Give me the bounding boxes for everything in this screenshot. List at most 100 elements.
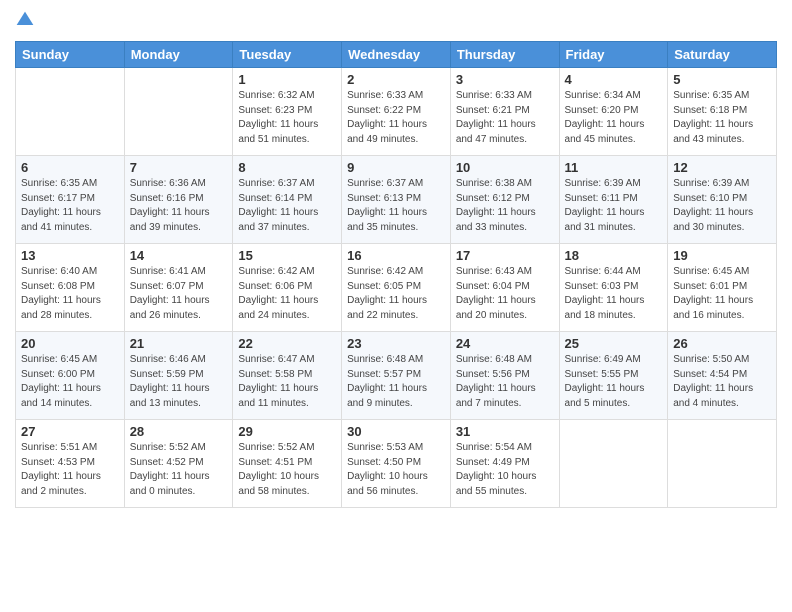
day-info: Sunrise: 5:52 AMSunset: 4:51 PMDaylight:… <box>238 441 336 499</box>
day-info: Sunrise: 6:42 AMSunset: 6:05 PMDaylight:… <box>347 265 445 323</box>
day-number: 5 <box>673 72 771 87</box>
calendar-cell: 24 Sunrise: 6:48 AMSunset: 5:56 PMDayligh… <box>450 332 559 420</box>
day-info: Sunrise: 6:37 AMSunset: 6:13 PMDaylight:… <box>347 177 445 235</box>
day-info: Sunrise: 6:42 AMSunset: 6:06 PMDaylight:… <box>238 265 336 323</box>
weekday-header-tuesday: Tuesday <box>233 42 342 68</box>
day-info: Sunrise: 6:49 AMSunset: 5:55 PMDaylight:… <box>565 353 663 411</box>
day-info: Sunrise: 5:53 AMSunset: 4:50 PMDaylight:… <box>347 441 445 499</box>
weekday-header-monday: Monday <box>124 42 233 68</box>
calendar-cell: 4Sunrise: 6:34 AMSunset: 6:20 PMDaylight… <box>559 68 668 156</box>
day-info: Sunrise: 5:52 AMSunset: 4:52 PMDaylight:… <box>130 441 228 499</box>
day-number: 3 <box>456 72 554 87</box>
calendar-cell: 19 Sunrise: 6:45 AMSunset: 6:01 PMDayligh… <box>668 244 777 332</box>
calendar-cell: 6 Sunrise: 6:35 AMSunset: 6:17 PMDaylight… <box>16 156 125 244</box>
calendar-cell: 8 Sunrise: 6:37 AMSunset: 6:14 PMDaylight… <box>233 156 342 244</box>
week-row-5: 27 Sunrise: 5:51 AMSunset: 4:53 PMDayligh… <box>16 420 777 508</box>
day-number: 17 <box>456 248 554 263</box>
calendar-cell: 14 Sunrise: 6:41 AMSunset: 6:07 PMDayligh… <box>124 244 233 332</box>
weekday-header-thursday: Thursday <box>450 42 559 68</box>
day-number: 25 <box>565 336 663 351</box>
calendar-cell: 3 Sunrise: 6:33 AMSunset: 6:21 PMDaylight… <box>450 68 559 156</box>
day-info: Sunrise: 6:48 AMSunset: 5:57 PMDaylight:… <box>347 353 445 411</box>
day-number: 20 <box>21 336 119 351</box>
calendar-cell: 2 Sunrise: 6:33 AMSunset: 6:22 PMDaylight… <box>342 68 451 156</box>
day-number: 4 <box>565 72 663 87</box>
weekday-header-friday: Friday <box>559 42 668 68</box>
day-number: 16 <box>347 248 445 263</box>
day-number: 28 <box>130 424 228 439</box>
day-info: Sunrise: 6:48 AMSunset: 5:56 PMDaylight:… <box>456 353 554 411</box>
weekday-header-row: SundayMondayTuesdayWednesdayThursdayFrid… <box>16 42 777 68</box>
calendar-cell: 1 Sunrise: 6:32 AMSunset: 6:23 PMDaylight… <box>233 68 342 156</box>
day-number: 27 <box>21 424 119 439</box>
day-info: Sunrise: 5:51 AMSunset: 4:53 PMDaylight:… <box>21 441 119 499</box>
calendar-cell: 18 Sunrise: 6:44 AMSunset: 6:03 PMDayligh… <box>559 244 668 332</box>
day-number: 1 <box>238 72 336 87</box>
day-info: Sunrise: 6:33 AMSunset: 6:22 PMDaylight:… <box>347 89 445 147</box>
calendar-cell: 30Sunrise: 5:53 AMSunset: 4:50 PMDayligh… <box>342 420 451 508</box>
day-info: Sunrise: 6:40 AMSunset: 6:08 PMDaylight:… <box>21 265 119 323</box>
calendar-cell: 13 Sunrise: 6:40 AMSunset: 6:08 PMDayligh… <box>16 244 125 332</box>
day-number: 14 <box>130 248 228 263</box>
calendar-cell: 16 Sunrise: 6:42 AMSunset: 6:05 PMDayligh… <box>342 244 451 332</box>
day-info: Sunrise: 6:41 AMSunset: 6:07 PMDaylight:… <box>130 265 228 323</box>
day-number: 6 <box>21 160 119 175</box>
day-info: Sunrise: 6:39 AMSunset: 6:11 PMDaylight:… <box>565 177 663 235</box>
calendar-cell: 28 Sunrise: 5:52 AMSunset: 4:52 PMDayligh… <box>124 420 233 508</box>
calendar-cell: 26Sunrise: 5:50 AMSunset: 4:54 PMDayligh… <box>668 332 777 420</box>
day-info: Sunrise: 6:45 AMSunset: 6:01 PMDaylight:… <box>673 265 771 323</box>
day-info: Sunrise: 6:35 AMSunset: 6:18 PMDaylight:… <box>673 89 771 147</box>
day-number: 19 <box>673 248 771 263</box>
day-number: 29 <box>238 424 336 439</box>
calendar-cell: 20 Sunrise: 6:45 AMSunset: 6:00 PMDayligh… <box>16 332 125 420</box>
day-number: 10 <box>456 160 554 175</box>
weekday-header-wednesday: Wednesday <box>342 42 451 68</box>
day-info: Sunrise: 6:37 AMSunset: 6:14 PMDaylight:… <box>238 177 336 235</box>
day-info: Sunrise: 6:39 AMSunset: 6:10 PMDaylight:… <box>673 177 771 235</box>
calendar-cell <box>668 420 777 508</box>
day-info: Sunrise: 6:35 AMSunset: 6:17 PMDaylight:… <box>21 177 119 235</box>
week-row-2: 6 Sunrise: 6:35 AMSunset: 6:17 PMDaylight… <box>16 156 777 244</box>
calendar-cell: 27 Sunrise: 5:51 AMSunset: 4:53 PMDayligh… <box>16 420 125 508</box>
day-number: 26 <box>673 336 771 351</box>
day-number: 9 <box>347 160 445 175</box>
day-number: 24 <box>456 336 554 351</box>
logo <box>15 10 39 35</box>
day-info: Sunrise: 6:47 AMSunset: 5:58 PMDaylight:… <box>238 353 336 411</box>
calendar-table: SundayMondayTuesdayWednesdayThursdayFrid… <box>15 41 777 508</box>
calendar-cell: 25 Sunrise: 6:49 AMSunset: 5:55 PMDayligh… <box>559 332 668 420</box>
calendar-cell: 29 Sunrise: 5:52 AMSunset: 4:51 PMDayligh… <box>233 420 342 508</box>
day-number: 31 <box>456 424 554 439</box>
day-info: Sunrise: 6:46 AMSunset: 5:59 PMDaylight:… <box>130 353 228 411</box>
day-info: Sunrise: 6:45 AMSunset: 6:00 PMDaylight:… <box>21 353 119 411</box>
page-header <box>15 10 777 35</box>
day-info: Sunrise: 6:33 AMSunset: 6:21 PMDaylight:… <box>456 89 554 147</box>
day-number: 13 <box>21 248 119 263</box>
calendar-cell: 22 Sunrise: 6:47 AMSunset: 5:58 PMDayligh… <box>233 332 342 420</box>
day-number: 15 <box>238 248 336 263</box>
calendar-cell: 11Sunrise: 6:39 AMSunset: 6:11 PMDayligh… <box>559 156 668 244</box>
day-number: 12 <box>673 160 771 175</box>
weekday-header-sunday: Sunday <box>16 42 125 68</box>
calendar-cell <box>16 68 125 156</box>
calendar-cell: 17 Sunrise: 6:43 AMSunset: 6:04 PMDayligh… <box>450 244 559 332</box>
day-info: Sunrise: 6:32 AMSunset: 6:23 PMDaylight:… <box>238 89 336 147</box>
calendar-cell: 21Sunrise: 6:46 AMSunset: 5:59 PMDayligh… <box>124 332 233 420</box>
calendar-cell: 15 Sunrise: 6:42 AMSunset: 6:06 PMDayligh… <box>233 244 342 332</box>
calendar-cell <box>559 420 668 508</box>
day-number: 7 <box>130 160 228 175</box>
day-info: Sunrise: 6:44 AMSunset: 6:03 PMDaylight:… <box>565 265 663 323</box>
weekday-header-saturday: Saturday <box>668 42 777 68</box>
day-info: Sunrise: 6:36 AMSunset: 6:16 PMDaylight:… <box>130 177 228 235</box>
day-number: 2 <box>347 72 445 87</box>
day-number: 8 <box>238 160 336 175</box>
calendar-cell: 23Sunrise: 6:48 AMSunset: 5:57 PMDayligh… <box>342 332 451 420</box>
day-number: 22 <box>238 336 336 351</box>
calendar-cell: 5 Sunrise: 6:35 AMSunset: 6:18 PMDaylight… <box>668 68 777 156</box>
day-info: Sunrise: 6:43 AMSunset: 6:04 PMDaylight:… <box>456 265 554 323</box>
calendar-cell <box>124 68 233 156</box>
day-info: Sunrise: 6:38 AMSunset: 6:12 PMDaylight:… <box>456 177 554 235</box>
calendar-cell: 9 Sunrise: 6:37 AMSunset: 6:13 PMDaylight… <box>342 156 451 244</box>
day-number: 18 <box>565 248 663 263</box>
day-info: Sunrise: 5:54 AMSunset: 4:49 PMDaylight:… <box>456 441 554 499</box>
